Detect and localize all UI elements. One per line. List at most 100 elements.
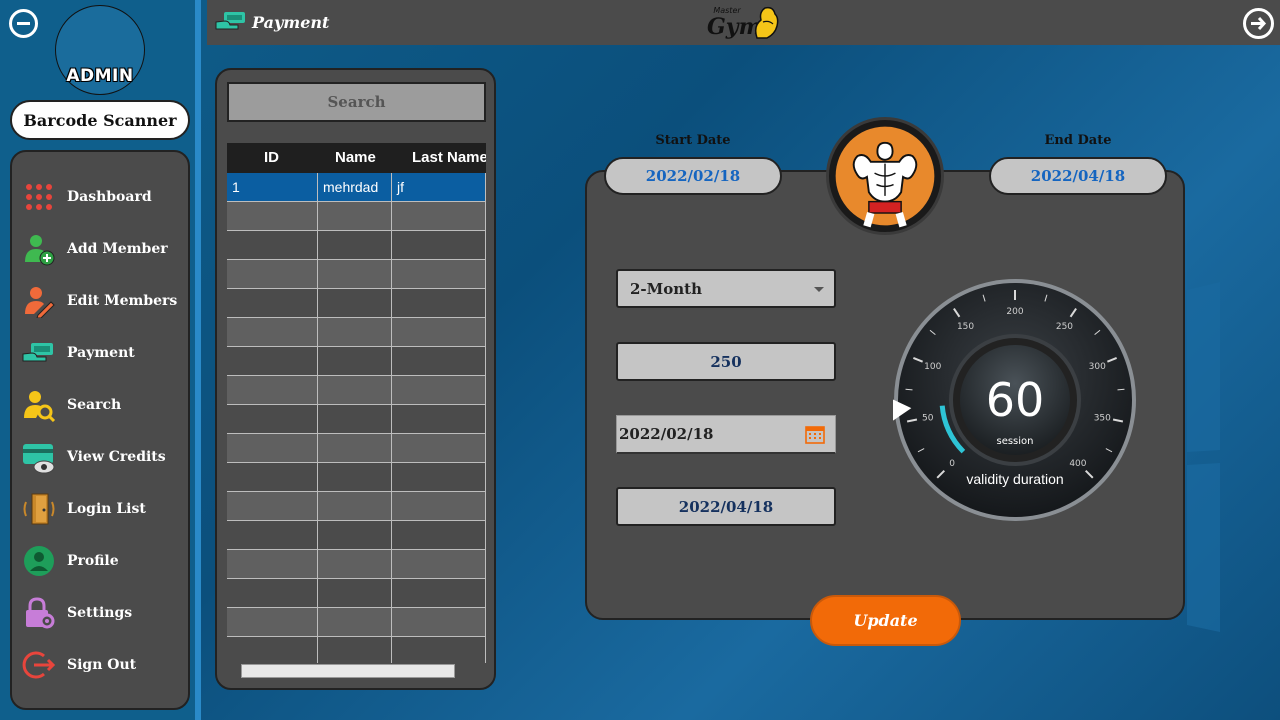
table-row[interactable]	[227, 318, 486, 347]
sidebar-item-label: Dashboard	[67, 189, 152, 205]
gauge-tick-label: 200	[1006, 307, 1023, 317]
table-cell	[392, 463, 486, 492]
gauge-tick-label: 150	[957, 322, 974, 332]
lock-gear-icon	[26, 597, 55, 629]
gauge-tick	[1117, 388, 1125, 391]
sidebar-item-label: View Credits	[67, 449, 166, 465]
table-row[interactable]	[227, 608, 486, 637]
sidebar-item-dashboard[interactable]: Dashboard	[12, 175, 190, 219]
table-row[interactable]	[227, 405, 486, 434]
sidebar-item-label: Search	[67, 397, 122, 413]
sidebar-item-label: Settings	[67, 605, 133, 621]
date-picker-field[interactable]: 2022/02/18	[616, 415, 836, 454]
sidebar-item-edit-members[interactable]: Edit Members	[12, 279, 190, 323]
column-header-id[interactable]: ID	[264, 149, 279, 166]
table-cell	[227, 434, 318, 463]
table-cell	[392, 492, 486, 521]
table-cell	[318, 347, 392, 376]
start-date-display: 2022/02/18	[604, 157, 782, 195]
plan-select-value: 2-Month	[630, 280, 703, 298]
table-cell	[392, 202, 486, 231]
sidebar-item-search[interactable]: Search	[12, 383, 190, 427]
sidebar-item-label: Sign Out	[67, 657, 137, 673]
plan-select[interactable]: 2-Month	[616, 269, 836, 308]
table-cell	[227, 521, 318, 550]
date-picker-value: 2022/02/18	[619, 425, 714, 443]
table-cell	[318, 463, 392, 492]
table-row[interactable]	[227, 463, 486, 492]
table-cell	[318, 405, 392, 434]
end-date-field[interactable]: 2022/04/18	[616, 487, 836, 526]
table-cell: mehrdad	[318, 173, 392, 202]
exit-icon[interactable]	[1243, 8, 1274, 39]
gauge-tick-label: 0	[949, 459, 955, 469]
sidebar-item-add-member[interactable]: Add Member	[12, 227, 190, 271]
table-cell	[392, 405, 486, 434]
table-row[interactable]	[227, 260, 486, 289]
table-row[interactable]	[227, 579, 486, 608]
gauge-tick-label: 400	[1069, 459, 1086, 469]
table-cell	[392, 289, 486, 318]
column-header-name[interactable]: Name	[335, 149, 376, 166]
sidebar-item-profile[interactable]: Profile	[12, 539, 190, 583]
page-title: Payment	[252, 13, 330, 32]
horizontal-scrollbar[interactable]	[241, 664, 455, 678]
update-button[interactable]: Update	[810, 595, 961, 646]
table-cell	[392, 608, 486, 637]
table-row[interactable]	[227, 550, 486, 579]
sidebar-item-settings[interactable]: Settings	[12, 591, 190, 635]
column-header-last-name[interactable]: Last Name	[412, 149, 486, 166]
table-row[interactable]	[227, 521, 486, 550]
profile-icon	[24, 546, 54, 576]
sidebar-item-login-list[interactable]: Login List	[12, 487, 190, 531]
table-cell	[318, 376, 392, 405]
search-user-icon	[24, 391, 56, 422]
table-cell	[227, 405, 318, 434]
table-cell	[392, 550, 486, 579]
table-cell	[318, 260, 392, 289]
table-cell	[227, 550, 318, 579]
barcode-scanner-button[interactable]: Barcode Scanner	[10, 100, 190, 140]
collapse-sidebar-icon[interactable]	[9, 9, 38, 38]
chevron-down-icon	[814, 287, 824, 292]
table-cell	[318, 579, 392, 608]
gauge-tick-label: 100	[924, 362, 941, 372]
table-cell	[227, 608, 318, 637]
door-icon	[23, 493, 55, 525]
table-header: ID Name Last Name	[227, 143, 486, 173]
gym-logo: Master Gym	[707, 2, 781, 44]
table-row[interactable]	[227, 289, 486, 318]
gauge-caption: validity duration	[966, 471, 1063, 487]
table-row[interactable]	[227, 376, 486, 405]
table-row[interactable]: 1 mehrdad jf	[227, 173, 486, 202]
sidebar-item-sign-out[interactable]: Sign Out	[12, 643, 190, 687]
sidebar-item-label: Add Member	[67, 241, 168, 257]
calendar-icon[interactable]	[805, 424, 825, 444]
table-cell	[227, 318, 318, 347]
sidebar-item-view-credits[interactable]: View Credits	[12, 435, 190, 479]
sidebar-item-label: Login List	[67, 501, 146, 517]
table-cell	[392, 434, 486, 463]
table-cell	[227, 289, 318, 318]
sidebar-item-label: Payment	[67, 345, 135, 361]
validity-gauge: 0 50 100 150 200 250 300 350 400 60 session vali…	[893, 279, 1136, 521]
table-row[interactable]	[227, 347, 486, 376]
payment-hand-icon	[22, 343, 53, 362]
nav-panel: Dashboard Add Member Edit Members Paymen…	[10, 150, 190, 710]
table-cell	[227, 202, 318, 231]
start-date-label: Start Date	[655, 133, 731, 148]
table-row[interactable]	[227, 492, 486, 521]
gauge-value: 60	[986, 373, 1045, 427]
sidebar-item-payment[interactable]: Payment	[12, 331, 190, 375]
table-cell	[318, 289, 392, 318]
table-row[interactable]	[227, 202, 486, 231]
table-cell	[318, 434, 392, 463]
search-input[interactable]: Search	[227, 82, 486, 122]
amount-field[interactable]: 250	[616, 342, 836, 381]
table-row[interactable]	[227, 231, 486, 260]
table-row[interactable]	[227, 434, 486, 463]
gauge-tick	[905, 388, 913, 391]
members-table: ID Name Last Name 1 mehrdad jf	[227, 143, 486, 663]
flexing-arm-icon	[754, 6, 779, 39]
table-row[interactable]	[227, 637, 486, 663]
